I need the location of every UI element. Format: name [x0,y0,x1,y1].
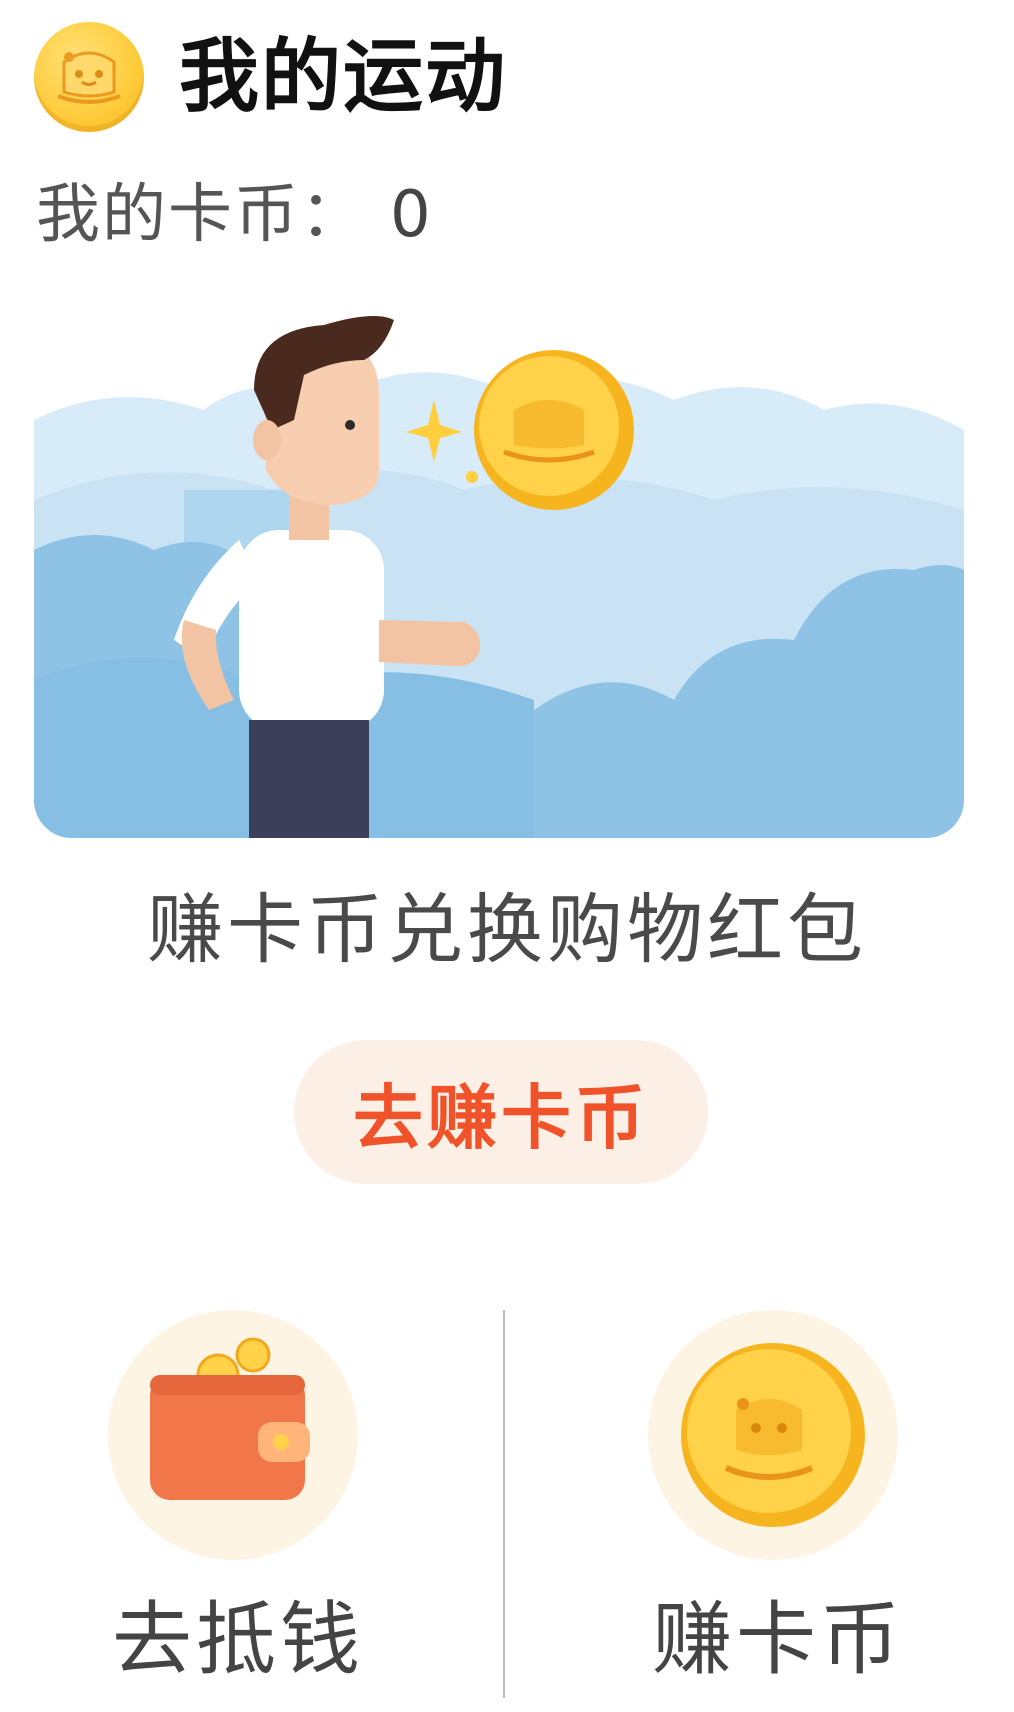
coin-balance-value: 0 [390,178,433,252]
coin-balance-label: 我的卡币： [36,178,366,252]
earn-coins-action[interactable]: 赚卡币 [568,1310,988,1700]
redeem-action[interactable]: 去抵钱 [28,1310,448,1700]
page-title: 我的运动 [179,30,507,123]
promo-text: 赚卡币兑换购物红包 [147,885,867,974]
divider [503,1310,505,1698]
earn-coins-button[interactable]: 去赚卡币 [294,1040,708,1184]
wallet-icon [108,1310,358,1560]
earn-coins-button-label: 去赚卡币 [353,1076,649,1159]
redeem-action-label: 去抵钱 [112,1593,364,1686]
header: 我的运动 [34,20,984,132]
running-man-coin-illustration [34,300,964,838]
coin-icon [648,1310,898,1560]
coin-balance: 我的卡币： 0 [36,175,433,255]
coin-mascot-icon [34,22,144,132]
earn-coins-action-label: 赚卡币 [652,1593,904,1686]
